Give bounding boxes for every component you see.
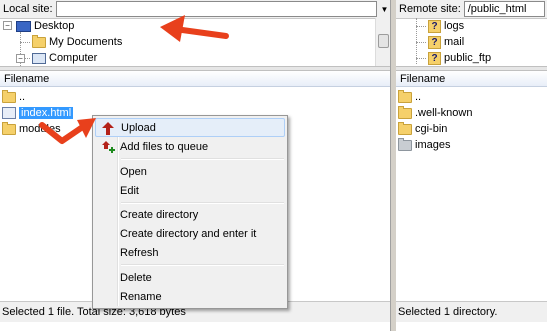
- menu-item-create-directory[interactable]: Create directory: [95, 205, 285, 224]
- remote-column-header[interactable]: Filename: [396, 71, 547, 87]
- add-to-queue-icon: [102, 141, 115, 153]
- menu-item-create-directory-enter[interactable]: Create directory and enter it: [95, 224, 285, 243]
- menu-item-add-to-queue[interactable]: Add files to queue: [95, 137, 285, 156]
- tree-item-label: logs: [444, 20, 465, 32]
- tree-item-label: My Documents: [49, 36, 123, 48]
- remote-tree: ? logs ? mail ? public_ftp: [396, 18, 547, 66]
- computer-icon: [32, 52, 46, 64]
- remote-file-row-images[interactable]: images: [396, 137, 547, 153]
- folder-icon: [2, 89, 16, 103]
- file-name: cgi-bin: [415, 123, 448, 135]
- menu-item-label: Create directory and enter it: [120, 227, 257, 240]
- folder-icon: [2, 121, 16, 135]
- tree-item-public-ftp[interactable]: ? public_ftp: [428, 50, 491, 66]
- file-name: ..: [415, 91, 422, 103]
- column-filename-label: Filename: [400, 72, 446, 85]
- menu-item-open[interactable]: Open: [95, 162, 285, 181]
- menu-separator: [121, 158, 284, 160]
- unknown-folder-icon: ?: [428, 51, 441, 65]
- tree-item-label: public_ftp: [444, 52, 492, 64]
- menu-item-rename[interactable]: Rename: [95, 287, 285, 306]
- menu-item-label: Rename: [120, 290, 162, 303]
- menu-separator: [121, 264, 284, 266]
- collapse-icon[interactable]: −: [16, 54, 25, 63]
- local-site-input[interactable]: [55, 1, 377, 17]
- local-tree-scrollbar[interactable]: [375, 18, 390, 66]
- tree-item-computer[interactable]: Computer: [32, 50, 97, 66]
- tree-item-desktop[interactable]: Desktop: [16, 18, 74, 34]
- menu-item-label: Open: [120, 165, 147, 178]
- file-name: index.html: [19, 107, 74, 119]
- html-file-icon: [2, 107, 16, 119]
- remote-pane: Remote site: /public_html ? logs ? mail …: [396, 0, 547, 331]
- column-filename-label: Filename: [4, 72, 50, 85]
- file-name: modules: [19, 123, 61, 135]
- remote-file-row-cgi-bin[interactable]: cgi-bin: [396, 121, 547, 137]
- local-site-bar: Local site: ▼: [0, 0, 390, 19]
- file-name: .well-known: [415, 107, 473, 119]
- remote-site-value: /public_html: [467, 3, 527, 15]
- local-site-label: Local site:: [3, 3, 53, 15]
- collapse-icon[interactable]: −: [3, 21, 12, 30]
- scrollbar-thumb[interactable]: [378, 34, 389, 48]
- file-name: ..: [19, 91, 26, 103]
- remote-site-bar: Remote site: /public_html: [396, 0, 547, 19]
- folder-icon: [398, 105, 412, 119]
- tree-item-label: mail: [444, 36, 465, 48]
- local-file-row-parent[interactable]: ..: [0, 89, 384, 105]
- menu-item-label: Refresh: [120, 246, 159, 259]
- folder-icon: [32, 34, 46, 48]
- remote-status-bar: Selected 1 directory.: [396, 301, 547, 322]
- file-name: images: [415, 139, 451, 151]
- tree-item-label: Desktop: [34, 20, 75, 32]
- local-column-header[interactable]: Filename: [0, 71, 390, 87]
- folder-icon: [398, 137, 412, 151]
- unknown-folder-icon: ?: [428, 35, 441, 49]
- upload-arrow-icon: [102, 122, 114, 135]
- menu-separator: [121, 202, 284, 204]
- remote-status-text: Selected 1 directory.: [398, 306, 498, 318]
- menu-item-label: Upload: [121, 121, 156, 134]
- tree-item-my-documents[interactable]: My Documents: [32, 34, 122, 50]
- remote-file-row-well-known[interactable]: .well-known: [396, 105, 547, 121]
- desktop-icon: [16, 20, 31, 32]
- remote-site-input[interactable]: /public_html: [463, 1, 545, 17]
- menu-item-delete[interactable]: Delete: [95, 268, 285, 287]
- menu-item-label: Edit: [120, 184, 139, 197]
- remote-site-label: Remote site:: [399, 3, 461, 15]
- menu-item-label: Add files to queue: [120, 140, 209, 153]
- menu-item-refresh[interactable]: Refresh: [95, 243, 285, 262]
- tree-item-label: Computer: [49, 52, 98, 64]
- tree-item-logs[interactable]: ? logs: [428, 18, 464, 34]
- menu-item-label: Delete: [120, 271, 152, 284]
- menu-item-label: Create directory: [120, 208, 199, 221]
- context-menu: Upload Add files to queue Open Edit Crea…: [92, 115, 288, 309]
- folder-icon: [398, 89, 412, 103]
- remote-file-row-parent[interactable]: ..: [396, 89, 547, 105]
- local-tree: − − Desktop My Documents Computer: [0, 18, 390, 66]
- menu-item-upload[interactable]: Upload: [95, 118, 285, 137]
- unknown-folder-icon: ?: [428, 19, 441, 33]
- folder-icon: [398, 121, 412, 135]
- menu-item-edit[interactable]: Edit: [95, 181, 285, 200]
- local-site-dropdown-icon[interactable]: ▼: [379, 1, 390, 17]
- tree-item-mail[interactable]: ? mail: [428, 34, 464, 50]
